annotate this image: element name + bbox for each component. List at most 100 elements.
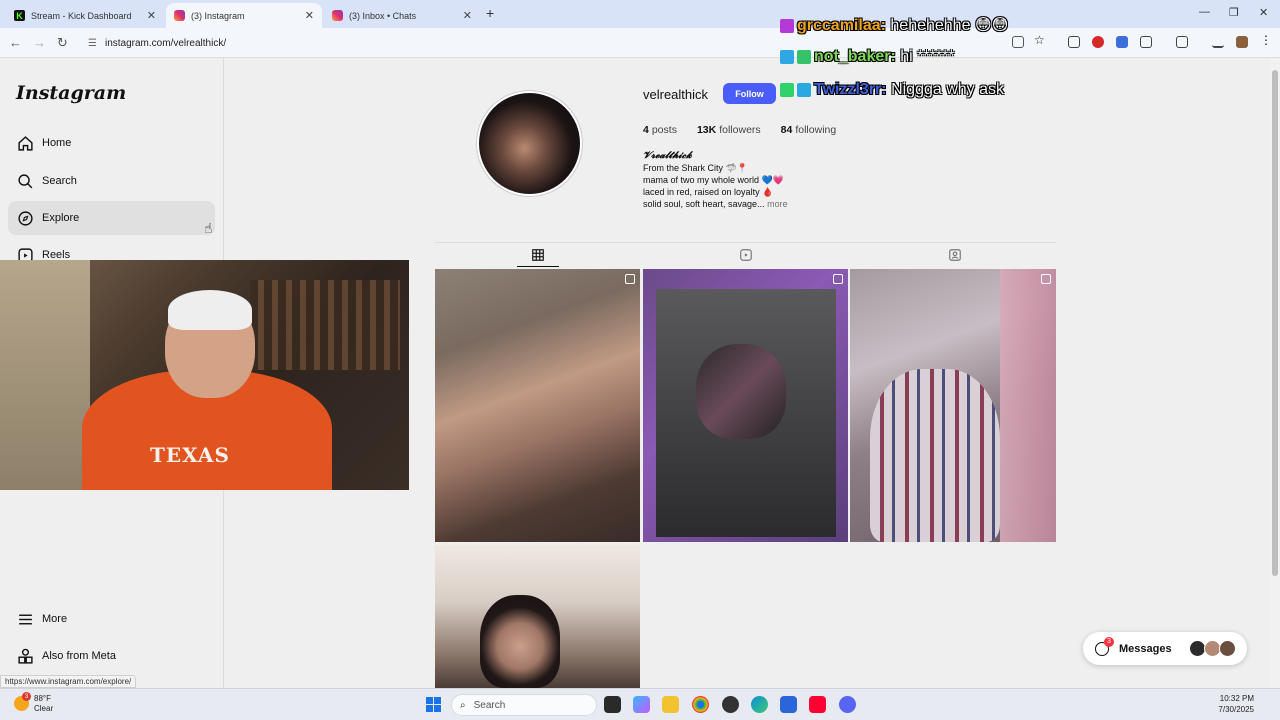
posts-label: posts <box>651 124 677 136</box>
followers-label: followers <box>719 124 761 136</box>
profile-avatar[interactable] <box>1236 36 1248 48</box>
page-scrollbar[interactable] <box>1270 58 1280 688</box>
bookmark-star-icon[interactable]: ☆ <box>1034 33 1045 47</box>
sidebar-item-search[interactable]: Search <box>8 164 215 198</box>
chrome-icon[interactable] <box>692 696 709 713</box>
post-thumbnail[interactable] <box>435 269 640 542</box>
post-thumbnail[interactable] <box>643 269 848 542</box>
chat-message: not_baker: hi ****** <box>780 48 955 66</box>
opera-icon[interactable] <box>1092 36 1104 48</box>
extension-icon[interactable] <box>1068 36 1080 48</box>
profile-avatar[interactable] <box>479 93 580 194</box>
posts-count: 4 <box>643 124 649 136</box>
chat-message: Twizzl3rr: Niggga why ask <box>780 81 1004 99</box>
install-app-icon[interactable] <box>1012 36 1024 48</box>
minimize-button[interactable]: — <box>1199 6 1210 18</box>
bio-more-link[interactable]: more <box>767 199 788 209</box>
profile-display-name: 𝓥𝓻𝓮𝓪𝓵𝓽𝓱𝓲𝓬𝓴 <box>643 150 692 161</box>
bio-line-text: solid soul, soft heart, savage... <box>643 199 765 209</box>
sidebar-item-label: More <box>42 613 68 625</box>
sidebar-item-also-from-meta[interactable]: Also from Meta <box>8 639 215 673</box>
bio-line: laced in red, raised on loyalty 🩸 <box>643 187 774 197</box>
site-info-icon[interactable]: ☰ <box>88 38 97 49</box>
address-bar: ← → ↻ ☰ instagram.com/velrealthick/ ☆ ⋮ <box>0 28 1280 58</box>
scrollbar-thumb[interactable] <box>1272 70 1278 576</box>
obs-icon[interactable] <box>722 696 739 713</box>
sidebar-item-home[interactable]: Home <box>8 126 215 160</box>
instagram-icon <box>332 10 343 21</box>
weather-temp: 88°F <box>34 694 51 703</box>
extensions-puzzle-icon[interactable] <box>1140 36 1152 48</box>
sidebar-item-explore[interactable]: Explore <box>8 201 215 235</box>
forward-icon[interactable]: → <box>33 35 46 50</box>
kick-icon: K <box>14 10 25 21</box>
posts-stat: 4 posts <box>643 124 677 136</box>
browser-tab-bar: K Stream - Kick Dashboard ✕ (3) Instagra… <box>0 0 1280 28</box>
post-thumbnail[interactable] <box>435 545 640 688</box>
tab-inbox-chats[interactable]: (3) Inbox • Chats ✕ <box>324 3 480 28</box>
post-subject <box>480 595 560 688</box>
reload-icon[interactable]: ↻ <box>57 35 68 51</box>
reels-icon[interactable] <box>736 245 756 265</box>
copilot-icon[interactable] <box>633 696 650 713</box>
file-explorer-icon[interactable] <box>662 696 679 713</box>
bio-line: From the Shark City 🦈📍 <box>643 163 748 173</box>
sidebar-item-label: Search <box>42 175 77 187</box>
chat-text: Niggga why ask <box>891 81 1005 98</box>
chat-username: Twizzl3rr <box>814 81 882 98</box>
post-thumbnail[interactable] <box>850 269 1056 542</box>
new-tab-button[interactable]: + <box>486 5 494 21</box>
webcam-overlay: TEXAS <box>0 260 409 490</box>
tab-instagram[interactable]: (3) Instagram ✕ <box>166 3 322 28</box>
shirt-text: TEXAS <box>150 443 230 467</box>
edge-icon[interactable] <box>751 696 768 713</box>
maximize-button[interactable]: ❐ <box>1229 6 1239 19</box>
profile-username: velrealthick <box>643 87 709 102</box>
instagram-logo[interactable]: Instagram <box>16 82 126 104</box>
taskbar-search[interactable]: ⌕ Search <box>451 694 597 716</box>
active-tab-indicator <box>517 266 559 267</box>
followers-count: 13K <box>696 124 717 136</box>
tagged-icon[interactable] <box>945 245 965 265</box>
task-view-icon[interactable] <box>604 696 621 713</box>
sidebar-item-label: Also from Meta <box>42 650 116 662</box>
meta-apps-icon <box>16 647 34 665</box>
chat-username: not_baker <box>814 48 891 65</box>
back-icon[interactable]: ← <box>9 35 22 50</box>
tab-kick-dashboard[interactable]: K Stream - Kick Dashboard ✕ <box>6 3 164 28</box>
windows-taskbar: 3 88°F Clear ⌕ Search 10:32 PM 7/30/2025 <box>0 688 1280 720</box>
sidebar-item-more[interactable]: More <box>8 602 215 636</box>
windows-start-icon[interactable] <box>426 697 441 712</box>
url-text: instagram.com/velrealthick/ <box>104 37 227 49</box>
compass-icon <box>16 209 34 227</box>
close-icon[interactable]: ✕ <box>305 9 314 22</box>
weather-desc: Clear <box>34 704 54 713</box>
extension-icon[interactable] <box>1116 36 1128 48</box>
follow-button[interactable]: Follow <box>723 83 776 104</box>
status-url: https://www.instagram.com/explore/ <box>0 675 137 688</box>
carousel-icon <box>625 274 635 284</box>
messages-button[interactable]: 3 Messages <box>1083 632 1247 665</box>
following-stat[interactable]: 84 following <box>781 124 837 136</box>
reel-icon <box>1041 274 1051 284</box>
youtube-icon[interactable] <box>809 696 826 713</box>
chat-badge-icon <box>780 49 794 64</box>
close-icon[interactable]: ✕ <box>463 9 472 22</box>
discord-icon[interactable] <box>839 696 856 713</box>
close-window-button[interactable]: ✕ <box>1259 6 1268 19</box>
reel-icon <box>833 274 843 284</box>
post-image <box>1000 269 1056 542</box>
media-control-icon[interactable] <box>1212 36 1224 48</box>
chat-separator: : <box>890 48 901 65</box>
posts-grid-icon[interactable] <box>528 245 548 265</box>
taskbar-search-placeholder: Search <box>473 699 506 711</box>
store-icon[interactable] <box>780 696 797 713</box>
system-clock[interactable]: 10:32 PM 7/30/2025 <box>1218 693 1254 715</box>
followers-stat[interactable]: 13K followers <box>697 124 761 136</box>
more-menu-icon[interactable]: ⋮ <box>1260 33 1272 47</box>
tab-title: (3) Inbox • Chats <box>349 10 417 21</box>
chat-badge-icon <box>780 18 794 33</box>
menu-icon <box>16 610 34 628</box>
reading-mode-icon[interactable] <box>1176 36 1188 48</box>
close-icon[interactable]: ✕ <box>147 9 156 22</box>
